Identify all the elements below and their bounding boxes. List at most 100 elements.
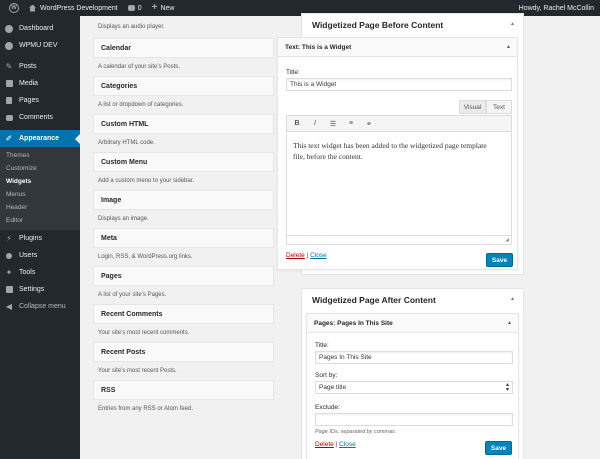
sidebar-item-posts[interactable]: ✎ Posts bbox=[0, 58, 80, 75]
sidebar-item-label: Appearance bbox=[19, 135, 60, 142]
submenu-item-menus[interactable]: Menus bbox=[0, 188, 80, 201]
close-link[interactable]: Close bbox=[310, 252, 327, 259]
pages-widget: Pages: Pages In This Site ▲ Title: Pages… bbox=[306, 313, 519, 459]
widget-recent-comments[interactable]: Recent Comments bbox=[93, 304, 274, 324]
widget-recent-posts[interactable]: Recent Posts bbox=[93, 342, 274, 362]
caret-up-icon: ▲ bbox=[510, 21, 515, 27]
widget-description: Displays an image. bbox=[98, 216, 149, 222]
widget-custom-html[interactable]: Custom HTML bbox=[93, 114, 274, 134]
title-label: Title: bbox=[315, 342, 329, 349]
sidebar-item-tools[interactable]: ✦ Tools bbox=[0, 264, 80, 281]
user-icon bbox=[5, 252, 13, 260]
widget-header-title: Text: This is a Widget bbox=[285, 43, 352, 51]
media-icon bbox=[5, 80, 13, 88]
resize-handle-icon[interactable]: ◢ bbox=[505, 237, 509, 243]
sidebar-item-label: Media bbox=[19, 80, 39, 87]
comments-link[interactable]: 0 bbox=[123, 0, 147, 16]
widget-description: A list or dropdown of categories. bbox=[98, 102, 184, 108]
bold-icon[interactable]: B bbox=[293, 120, 301, 127]
sidebar-item-label: Tools bbox=[19, 269, 36, 276]
plus-icon: + bbox=[151, 2, 158, 13]
widget-custom-menu[interactable]: Custom Menu bbox=[93, 152, 274, 172]
submenu-item-themes[interactable]: Themes bbox=[0, 149, 80, 162]
widget-description: Arbitrary HTML code. bbox=[98, 140, 155, 146]
wpmudev-icon bbox=[5, 41, 13, 50]
text-editor[interactable]: B I ☰ ≡ ⚭ This text widget has been adde… bbox=[286, 115, 512, 245]
sidebar-item-label: Settings bbox=[19, 286, 45, 293]
numbered-list-icon[interactable]: ≡ bbox=[347, 120, 355, 127]
widget-pages[interactable]: Pages bbox=[93, 266, 274, 286]
new-label: New bbox=[160, 4, 175, 12]
wp-logo-menu[interactable]: W bbox=[0, 0, 24, 16]
sidebar-item-plugins[interactable]: ⚡ Plugins bbox=[0, 230, 80, 247]
close-link[interactable]: Close bbox=[339, 441, 356, 448]
widget-description: A list of your site’s Pages. bbox=[98, 292, 167, 298]
exclude-input[interactable] bbox=[315, 413, 513, 426]
editor-content[interactable]: This text widget has been added to the w… bbox=[293, 140, 498, 162]
widget-description: Displays an audio player. bbox=[98, 24, 165, 30]
title-input[interactable]: Pages In This Site bbox=[315, 351, 513, 364]
area-header[interactable]: Widgetized Page After Content ▲ bbox=[302, 289, 523, 310]
comments-count: 0 bbox=[137, 4, 142, 12]
caret-up-icon: ▲ bbox=[506, 44, 511, 50]
sidebar-item-label: Collapse menu bbox=[19, 303, 66, 310]
sidebar-item-appearance[interactable]: ✐ Appearance bbox=[0, 130, 80, 147]
sidebar-item-label: WPMU DEV bbox=[19, 42, 58, 49]
widget-rss[interactable]: RSS bbox=[93, 380, 274, 400]
link-separator: | bbox=[335, 441, 338, 448]
title-input[interactable]: This is a Widget bbox=[286, 78, 512, 91]
title-label: Title: bbox=[286, 69, 300, 76]
sidebar-item-pages[interactable]: Pages bbox=[0, 92, 80, 109]
area-header[interactable]: Widgetized Page Before Content ▲ bbox=[302, 14, 523, 35]
sidebar-item-label: Plugins bbox=[19, 235, 42, 242]
widget-image[interactable]: Image bbox=[93, 190, 274, 210]
sidebar-item-label: Pages bbox=[19, 97, 39, 104]
sidebar-item-wpmu-dev[interactable]: WPMU DEV bbox=[0, 37, 80, 54]
site-name-link[interactable]: WordPress Development bbox=[24, 0, 123, 16]
submenu-item-widgets[interactable]: Widgets bbox=[0, 175, 80, 188]
widget-description: Entries from any RSS or Atom feed. bbox=[98, 406, 194, 412]
widget-control-links: Delete | Close bbox=[315, 441, 356, 448]
link-icon[interactable]: ⚭ bbox=[365, 120, 373, 128]
widget-description: Login, RSS, & WordPress.org links. bbox=[98, 254, 193, 260]
save-button[interactable]: Save bbox=[486, 253, 513, 267]
plug-icon: ⚡ bbox=[6, 234, 12, 243]
wordpress-logo-icon: W bbox=[9, 3, 19, 13]
page-icon bbox=[5, 97, 13, 105]
widget-calendar[interactable]: Calendar bbox=[93, 38, 274, 58]
submenu-item-header[interactable]: Header bbox=[0, 201, 80, 214]
widget-description: Add a custom menu to your sidebar. bbox=[98, 178, 195, 184]
sidebar-item-collapse[interactable]: ◀ Collapse menu bbox=[0, 298, 80, 315]
sidebar-item-dashboard[interactable]: Dashboard bbox=[0, 20, 80, 37]
widget-meta[interactable]: Meta bbox=[93, 228, 274, 248]
exclude-label: Exclude: bbox=[315, 404, 340, 411]
submenu-item-customize[interactable]: Customize bbox=[0, 162, 80, 175]
delete-link[interactable]: Delete bbox=[315, 441, 334, 448]
submenu-item-editor[interactable]: Editor bbox=[0, 214, 80, 227]
new-content-menu[interactable]: + New bbox=[147, 0, 180, 16]
area-title: Widgetized Page Before Content bbox=[312, 19, 444, 30]
tab-visual[interactable]: Visual bbox=[459, 100, 486, 114]
caret-up-icon: ▲ bbox=[510, 296, 515, 302]
site-name: WordPress Development bbox=[40, 4, 118, 12]
sidebar-item-label: Dashboard bbox=[19, 25, 54, 32]
editor-toolbar: B I ☰ ≡ ⚭ bbox=[287, 116, 511, 132]
widget-header[interactable]: Text: This is a Widget ▲ bbox=[278, 38, 517, 57]
widget-categories[interactable]: Categories bbox=[93, 76, 274, 96]
sidebar-item-media[interactable]: Media bbox=[0, 75, 80, 92]
sidebar-item-comments[interactable]: Comments bbox=[0, 109, 80, 126]
account-menu[interactable]: Howdy, Rachel McCollin bbox=[514, 0, 600, 16]
sort-by-select[interactable]: Page title ▴ ▾ bbox=[315, 381, 513, 394]
save-button[interactable]: Save bbox=[485, 441, 512, 455]
bullet-list-icon[interactable]: ☰ bbox=[329, 120, 337, 128]
italic-icon[interactable]: I bbox=[311, 120, 319, 127]
widget-description: A calendar of your site’s Posts. bbox=[98, 64, 180, 70]
widget-header-title: Pages: Pages In This Site bbox=[314, 319, 393, 327]
sidebar-item-settings[interactable]: Settings bbox=[0, 281, 80, 298]
howdy-text: Howdy, Rachel McCollin bbox=[518, 4, 594, 12]
delete-link[interactable]: Delete bbox=[286, 252, 305, 259]
tab-text[interactable]: Text bbox=[486, 100, 512, 114]
sidebar-item-users[interactable]: Users bbox=[0, 247, 80, 264]
widget-header[interactable]: Pages: Pages In This Site ▲ bbox=[307, 314, 518, 333]
appearance-submenu: Themes Customize Widgets Menus Header Ed… bbox=[0, 147, 80, 230]
